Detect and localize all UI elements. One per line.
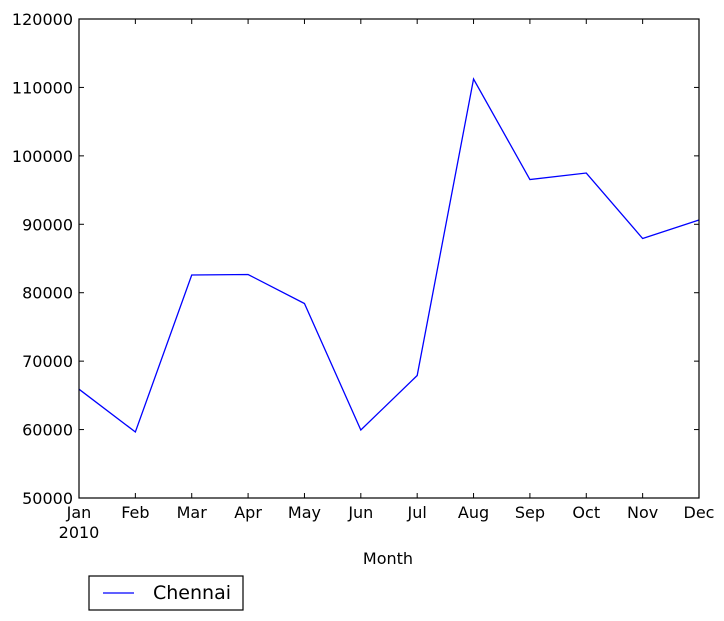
- y-axis-ticks: 50000 60000 70000 80000 90000 100000 110000 120…: [12, 10, 699, 508]
- x-tick-label-dec: Dec: [684, 503, 715, 522]
- legend-label-chennai: Chennai: [153, 582, 231, 604]
- y-tick-label: 70000: [22, 352, 73, 371]
- x-axis-label: Month: [363, 549, 413, 568]
- x-tick-label-jul: Jul: [407, 503, 427, 522]
- y-tick-label: 50000: [22, 489, 73, 508]
- x-tick-label-nov: Nov: [627, 503, 658, 522]
- x-tick-label-mar: Mar: [177, 503, 208, 522]
- x-tick-label-may: May: [288, 503, 321, 522]
- x-tick-label-oct: Oct: [572, 503, 600, 522]
- x-tick-label-apr: Apr: [234, 503, 262, 522]
- y-tick-label: 60000: [22, 421, 73, 440]
- x-tick-label-jan: Jan: [66, 503, 92, 522]
- x-tick-label-aug: Aug: [458, 503, 489, 522]
- line-chart: 50000 60000 70000 80000 90000 100000 110000 120…: [12, 10, 715, 611]
- y-tick-label: 90000: [22, 215, 73, 234]
- y-tick-label: 80000: [22, 284, 73, 303]
- series-line-chennai: [78, 77, 700, 434]
- x-axis-year-label: 2010: [59, 523, 100, 542]
- y-tick-label: 110000: [12, 78, 73, 97]
- x-tick-label-feb: Feb: [121, 503, 149, 522]
- x-axis-ticks: Jan Feb Mar Apr May Jun Jul Aug Sep Oct Nov Dec: [66, 19, 715, 522]
- y-tick-label: 100000: [12, 147, 73, 166]
- x-tick-label-sep: Sep: [515, 503, 545, 522]
- series-layer: [78, 77, 700, 434]
- legend: Chennai: [88, 575, 244, 611]
- y-tick-label: 120000: [12, 10, 73, 29]
- x-tick-label-jun: Jun: [347, 503, 373, 522]
- plot-frame: [78, 18, 700, 499]
